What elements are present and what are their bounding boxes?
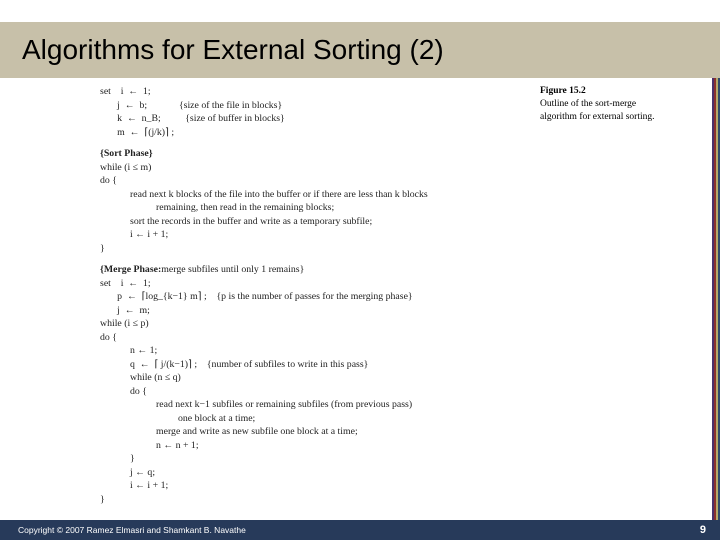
code: j ← m; bbox=[117, 304, 150, 318]
comment: {p is the number of passes for the mergi… bbox=[216, 290, 412, 304]
figure-content: Figure 15.2 Outline of the sort-merge al… bbox=[100, 85, 660, 503]
merge-phase-desc: merge subfiles until only 1 remains} bbox=[161, 263, 304, 277]
code: while (i ≤ p) bbox=[100, 317, 660, 331]
figure-caption: Figure 15.2 Outline of the sort-merge al… bbox=[540, 85, 660, 123]
comment: {size of buffer in blocks} bbox=[185, 112, 285, 126]
algorithm-listing: set i ← 1; j ← b; {size of the file in b… bbox=[100, 85, 660, 506]
code: i ← i + 1; bbox=[130, 228, 660, 242]
code: } bbox=[100, 242, 660, 256]
slide: Algorithms for External Sorting (2) Figu… bbox=[0, 0, 720, 540]
code: q ← ⌈ j/(k−1)⌉ ; bbox=[130, 358, 197, 372]
comment: {size of the file in blocks} bbox=[179, 99, 282, 113]
code: } bbox=[100, 493, 660, 507]
code: sort the records in the buffer and write… bbox=[130, 215, 660, 229]
code: do { bbox=[100, 331, 660, 345]
figure-caption-text: Outline of the sort-merge algorithm for … bbox=[540, 98, 660, 124]
code: } bbox=[130, 452, 660, 466]
kw-set: set bbox=[100, 85, 111, 99]
copyright: Copyright © 2007 Ramez Elmasri and Shamk… bbox=[18, 525, 246, 535]
code: read next k−1 subfiles or remaining subf… bbox=[156, 398, 660, 412]
code: m ← ⌈(j/k)⌉ ; bbox=[117, 126, 174, 140]
code: while (i ≤ m) bbox=[100, 161, 660, 175]
code: do { bbox=[100, 174, 660, 188]
decor-stripes bbox=[712, 78, 720, 540]
footer: Copyright © 2007 Ramez Elmasri and Shamk… bbox=[0, 520, 720, 540]
code: j ← b; bbox=[117, 99, 147, 113]
code: read next k blocks of the file into the … bbox=[130, 188, 660, 202]
code: n ← 1; bbox=[130, 344, 660, 358]
comment: {number of subfiles to write in this pas… bbox=[207, 358, 369, 372]
slide-title: Algorithms for External Sorting (2) bbox=[22, 34, 444, 66]
code: one block at a time; bbox=[178, 412, 660, 426]
code: n ← n + 1; bbox=[156, 439, 660, 453]
code: i ← 1; bbox=[121, 277, 151, 291]
title-bar: Algorithms for External Sorting (2) bbox=[0, 22, 720, 78]
top-margin bbox=[0, 0, 720, 22]
code: i ← 1; bbox=[121, 85, 151, 99]
code: j ← q; bbox=[130, 466, 660, 480]
merge-phase-label: {Merge Phase: bbox=[100, 263, 161, 277]
code: remaining, then read in the remaining bl… bbox=[156, 201, 660, 215]
code: k ← n_B; bbox=[117, 112, 161, 126]
page-number: 9 bbox=[700, 524, 706, 536]
code: p ← ⌈log_{k−1} m⌉ ; bbox=[117, 290, 207, 304]
sort-phase-label: {Sort Phase} bbox=[100, 147, 660, 161]
code: i ← i + 1; bbox=[130, 479, 660, 493]
kw-set: set bbox=[100, 277, 111, 291]
figure-label: Figure 15.2 bbox=[540, 85, 660, 98]
code: do { bbox=[130, 385, 660, 399]
code: while (n ≤ q) bbox=[130, 371, 660, 385]
code: merge and write as new subfile one block… bbox=[156, 425, 660, 439]
